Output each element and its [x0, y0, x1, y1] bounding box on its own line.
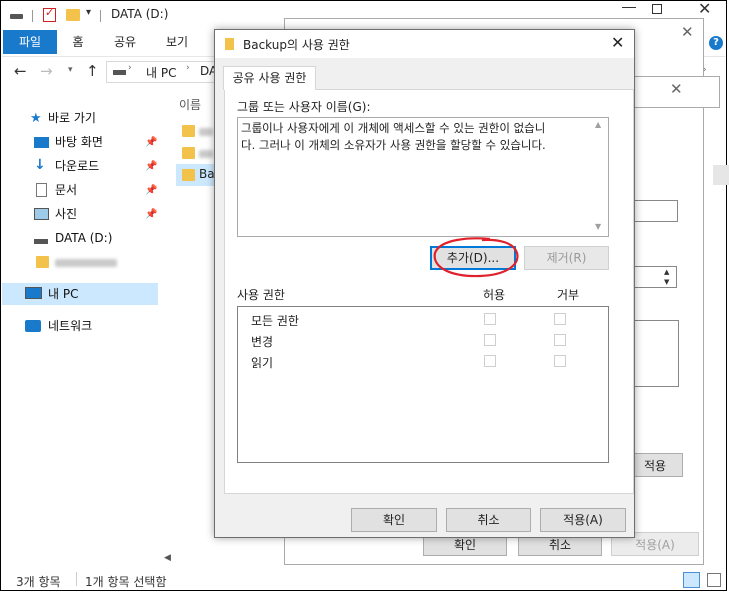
bg-apply-partial-button[interactable]: 적용: [627, 453, 683, 477]
drive-icon: [34, 239, 48, 244]
column-header-name[interactable]: 이름: [179, 96, 201, 113]
new-folder-icon[interactable]: [66, 9, 80, 21]
explorer-close-icon[interactable]: ✕: [698, 0, 711, 18]
star-icon: ★: [30, 111, 42, 126]
allow-read-checkbox: [484, 355, 496, 367]
quick-access-dropdown-icon[interactable]: ▾: [86, 7, 91, 18]
scroll-down-icon[interactable]: ▼: [595, 222, 601, 231]
up-arrow-icon[interactable]: ↑: [86, 62, 99, 80]
tab-home[interactable]: 홈: [66, 30, 90, 54]
maximize-icon[interactable]: [652, 4, 662, 14]
ok-button[interactable]: 확인: [351, 508, 437, 532]
sidebar-item-data-drive[interactable]: DATA (D:): [55, 227, 112, 249]
properties-check-icon[interactable]: [43, 6, 56, 22]
deny-change-checkbox: [554, 334, 566, 346]
permission-change: 변경: [251, 335, 274, 349]
permission-full-control: 모든 권한: [251, 314, 299, 328]
pin-icon[interactable]: 📌: [145, 209, 157, 220]
tab-file[interactable]: 파일: [3, 30, 57, 54]
status-divider: [76, 572, 77, 586]
dialog-close-icon[interactable]: ✕: [611, 33, 624, 52]
tab-share-permissions[interactable]: 공유 사용 권한: [223, 66, 316, 90]
picture-icon: [34, 208, 49, 220]
network-icon: [25, 320, 41, 332]
breadcrumb-chevron-icon[interactable]: ›: [186, 63, 190, 73]
folder-icon: [182, 147, 195, 159]
allow-full-control-checkbox: [484, 313, 496, 325]
group-info-line-1: 그룹이나 사용자에게 이 개체에 액세스할 수 있는 권한이 없습니: [241, 121, 546, 135]
deny-full-control-checkbox: [554, 313, 566, 325]
sidebar-item-downloads[interactable]: 다운로드: [55, 155, 99, 177]
cancel-button[interactable]: 취소: [446, 508, 531, 532]
deny-header: 거부: [557, 288, 580, 302]
folder-icon: [182, 169, 195, 181]
scroll-left-icon[interactable]: ◀: [164, 553, 171, 563]
scroll-up-icon[interactable]: ▲: [595, 120, 601, 129]
pin-icon[interactable]: 📌: [145, 185, 157, 196]
window-title: DATA (D:): [111, 7, 169, 21]
sidebar-item-pictures[interactable]: 사진: [55, 203, 77, 225]
titlebar-divider: [32, 10, 33, 22]
file-name-backup[interactable]: Ba: [199, 167, 215, 181]
group-info-text: 그룹이나 사용자에게 이 개체에 액세스할 수 있는 권한이 없습니 다. 그러…: [241, 120, 589, 154]
bg-subdialog-close-icon[interactable]: ✕: [670, 80, 683, 98]
pin-icon[interactable]: 📌: [145, 137, 157, 148]
dialog-title: Backup의 사용 권한: [243, 38, 350, 52]
computer-icon: [25, 287, 42, 299]
deny-read-checkbox: [554, 355, 566, 367]
permissions-list: [237, 306, 609, 463]
folder-icon: [36, 256, 49, 268]
details-view-icon[interactable]: [683, 572, 700, 588]
apply-button[interactable]: 적용(A): [540, 508, 626, 532]
bg-text-field[interactable]: [634, 200, 678, 222]
bg-spinner[interactable]: [634, 266, 677, 288]
document-icon: [36, 183, 47, 197]
blurred-file-name[interactable]: [199, 128, 213, 136]
back-arrow-icon[interactable]: ←: [14, 62, 27, 80]
sidebar-item-network[interactable]: 네트워크: [48, 315, 92, 337]
bg-nav-chevron-icon: ›: [703, 65, 707, 75]
download-arrow-icon: ↓: [34, 157, 46, 173]
status-selected-count: 1개 항목 선택함: [85, 575, 167, 589]
group-info-line-2: 다. 그러나 이 개체의 소유자가 사용 권한을 할당할 수 있습니다.: [241, 138, 546, 152]
folder-icon: [182, 125, 195, 137]
address-pc-icon: [113, 70, 126, 75]
desktop-icon: [34, 137, 49, 148]
allow-header: 허용: [483, 288, 506, 302]
sidebar-item-desktop[interactable]: 바탕 화면: [55, 131, 103, 153]
help-icon[interactable]: ?: [709, 36, 723, 50]
drive-icon: [10, 14, 23, 19]
breadcrumb-chevron-icon[interactable]: ›: [128, 63, 132, 73]
bg-dialog-close-icon[interactable]: ✕: [681, 23, 694, 41]
sidebar-item-this-pc[interactable]: 내 PC: [48, 283, 78, 305]
listbox-scrollbar[interactable]: ▲ ▼: [592, 118, 608, 236]
blurred-folder-name[interactable]: [55, 259, 117, 267]
permission-read: 읽기: [251, 356, 274, 370]
minimize-icon[interactable]: [622, 7, 636, 8]
sidebar-item-documents[interactable]: 문서: [55, 179, 77, 201]
large-icons-view-icon[interactable]: [707, 573, 721, 587]
permissions-header: 사용 권한: [237, 288, 285, 302]
bg-list-box: [634, 320, 679, 387]
red-annotation-circle: [433, 237, 519, 278]
remove-button[interactable]: 제거(R): [524, 246, 609, 270]
status-item-count: 3개 항목: [16, 575, 61, 589]
folder-icon: [225, 38, 234, 50]
breadcrumb-this-pc[interactable]: 내 PC: [146, 64, 176, 81]
group-or-user-label: 그룹 또는 사용자 이름(G):: [237, 100, 371, 114]
recent-locations-icon[interactable]: ▾: [68, 65, 73, 75]
blurred-file-name[interactable]: [199, 150, 213, 158]
forward-arrow-icon[interactable]: →: [40, 62, 53, 80]
allow-change-checkbox: [484, 334, 496, 346]
sidebar-item-quick-access[interactable]: 바로 가기: [48, 107, 96, 129]
pin-icon[interactable]: 📌: [145, 161, 157, 172]
tab-share[interactable]: 공유: [110, 30, 140, 54]
titlebar-divider: [100, 10, 101, 22]
bg-scroll-region: [713, 165, 729, 185]
bg-spinner-arrows-icon[interactable]: ▲ ▼: [664, 267, 669, 287]
tab-view[interactable]: 보기: [162, 30, 192, 54]
